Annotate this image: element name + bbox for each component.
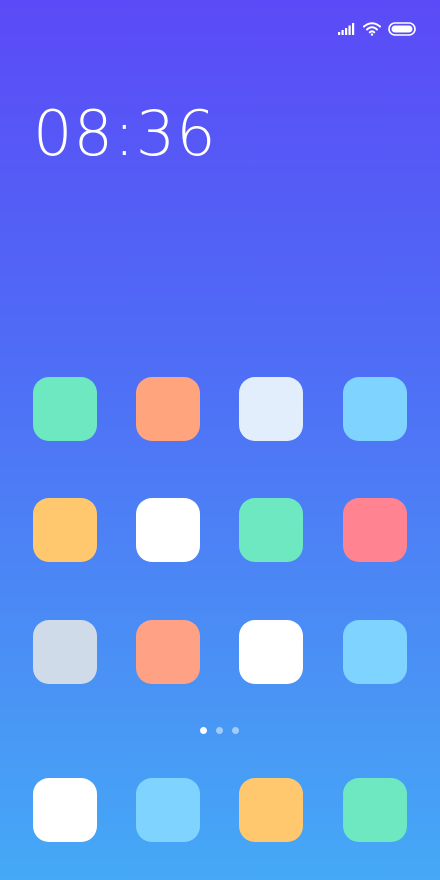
wifi-icon <box>363 22 381 36</box>
app-icon-4[interactable] <box>343 377 407 441</box>
clock-time: 08:36 <box>33 97 217 170</box>
status-bar <box>338 20 416 38</box>
app-icon-8[interactable] <box>343 498 407 562</box>
page-dot[interactable] <box>232 727 239 734</box>
dock <box>0 778 440 842</box>
page-dot[interactable] <box>216 727 223 734</box>
app-icon-9[interactable] <box>33 620 97 684</box>
app-icon-11[interactable] <box>239 620 303 684</box>
dock-app-3[interactable] <box>239 778 303 842</box>
battery-icon <box>388 22 416 36</box>
dock-app-1[interactable] <box>33 778 97 842</box>
dock-app-4[interactable] <box>343 778 407 842</box>
app-icon-6[interactable] <box>136 498 200 562</box>
page-dot[interactable] <box>200 727 207 734</box>
cellular-signal-icon <box>338 23 356 35</box>
app-icon-12[interactable] <box>343 620 407 684</box>
page-indicator <box>200 727 239 734</box>
app-icon-3[interactable] <box>239 377 303 441</box>
app-icon-10[interactable] <box>136 620 200 684</box>
app-icon-5[interactable] <box>33 498 97 562</box>
app-icon-1[interactable] <box>33 377 97 441</box>
dock-app-2[interactable] <box>136 778 200 842</box>
app-icon-7[interactable] <box>239 498 303 562</box>
app-icon-2[interactable] <box>136 377 200 441</box>
